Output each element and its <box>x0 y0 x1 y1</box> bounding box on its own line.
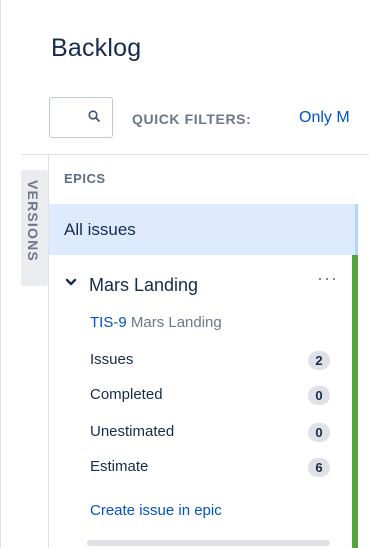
stat-row-completed: Completed 0 <box>90 386 330 406</box>
epic-name: Mars Landing <box>89 275 199 295</box>
quick-filter-only-my-issues[interactable]: Only M <box>299 109 350 127</box>
stat-badge: 2 <box>308 351 330 370</box>
create-issue-in-epic-link[interactable]: Create issue in epic <box>90 502 222 519</box>
epics-panel-heading: EPICS <box>64 171 106 186</box>
epic-key-link[interactable]: TIS-9 <box>90 314 127 331</box>
stat-label: Issues <box>90 351 134 368</box>
stat-label: Unestimated <box>90 423 175 440</box>
stat-row-issues: Issues 2 <box>90 351 330 371</box>
epic-card[interactable]: Mars Landing ··· TIS-9 Mars Landing Issu… <box>49 255 358 548</box>
epic-progress-bar <box>87 540 330 546</box>
epic-key-row: TIS-9 Mars Landing <box>90 314 222 331</box>
stat-row-unestimated: Unestimated 0 <box>90 423 330 443</box>
stat-badge: 0 <box>308 423 330 442</box>
versions-tab-label: VERSIONS <box>25 180 41 262</box>
stat-label: Estimate <box>90 458 149 475</box>
all-issues-item[interactable]: All issues <box>49 204 358 255</box>
backlog-board: Backlog QUICK FILTERS: Only M VERSIONS E… <box>0 0 369 548</box>
stat-badge: 0 <box>308 386 330 405</box>
all-issues-label: All issues <box>64 220 136 239</box>
page-title: Backlog <box>51 34 142 62</box>
stat-label: Completed <box>90 386 163 403</box>
epic-color-bar <box>352 255 358 548</box>
epic-summary: Mars Landing <box>130 314 222 331</box>
stat-badge: 6 <box>308 458 330 477</box>
stat-row-estimate: Estimate 6 <box>90 458 330 478</box>
more-actions-icon[interactable]: ··· <box>317 268 338 289</box>
search-icon <box>88 110 100 122</box>
quick-filters-label: QUICK FILTERS: <box>132 111 252 127</box>
chevron-down-icon[interactable] <box>65 277 77 287</box>
search-input[interactable] <box>49 97 113 138</box>
versions-tab[interactable]: VERSIONS <box>21 170 48 286</box>
toolbar-divider <box>21 154 369 155</box>
